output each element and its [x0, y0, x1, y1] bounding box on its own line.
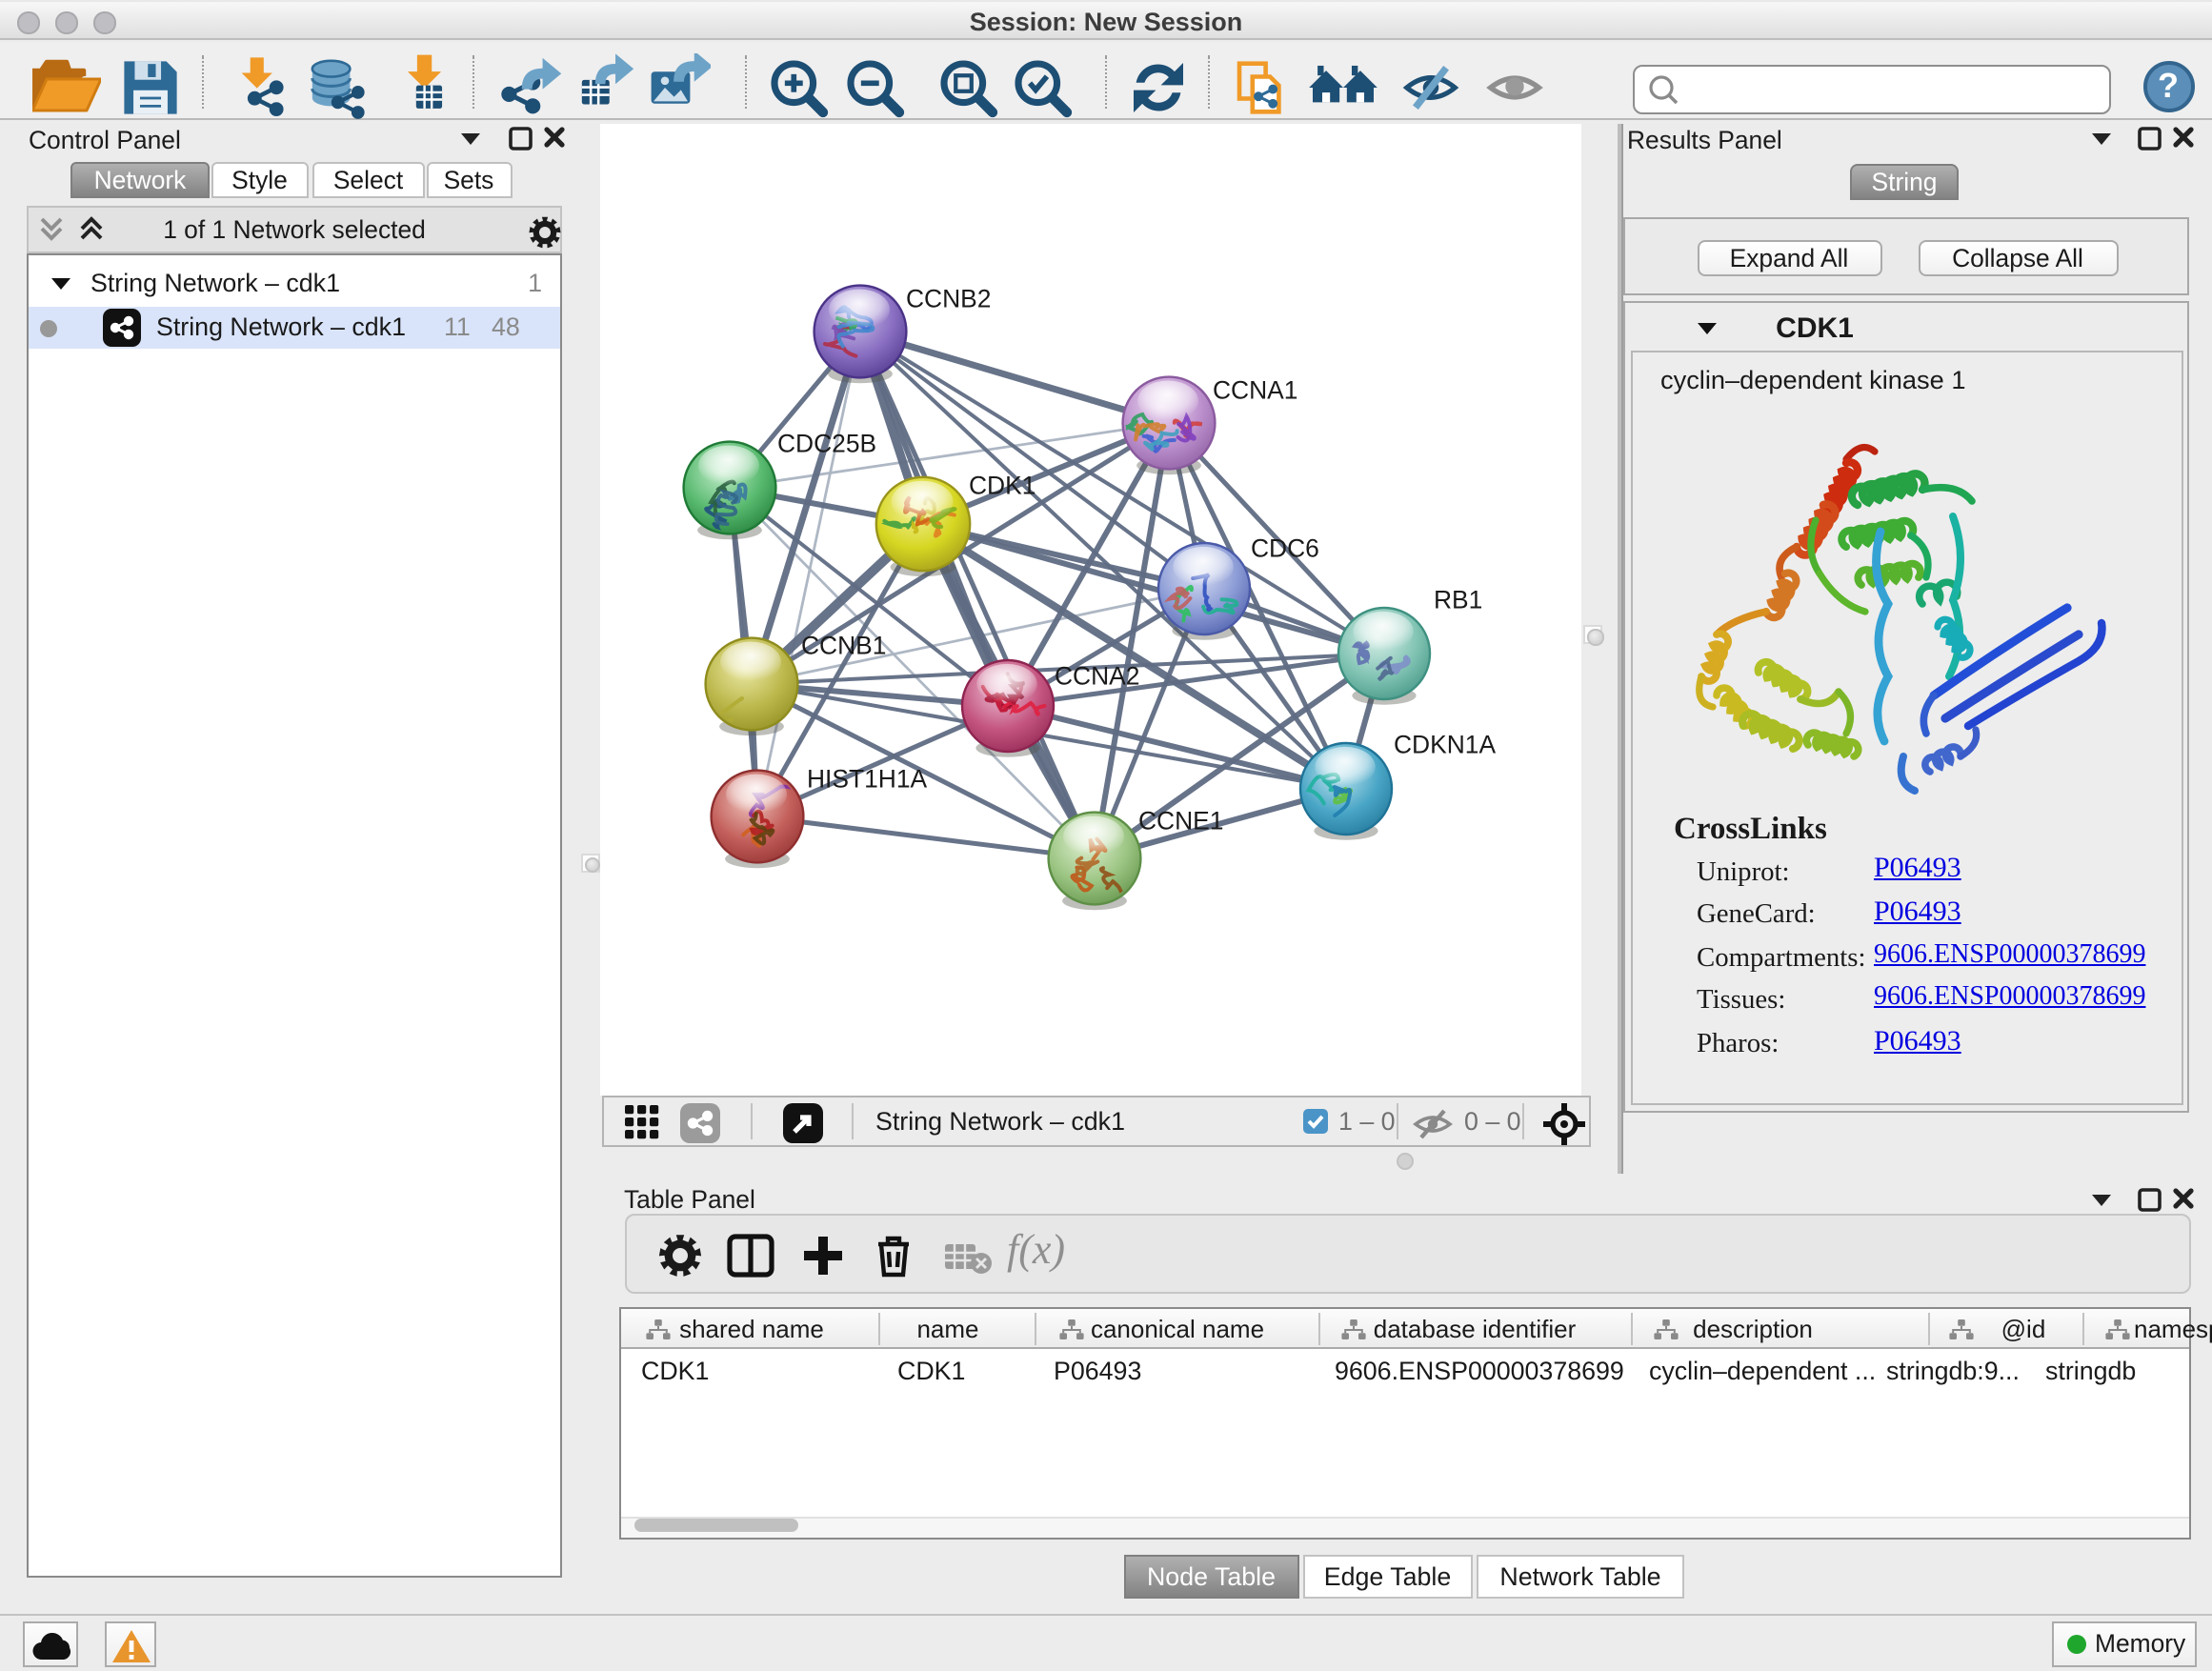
svg-text:CCNB2: CCNB2 — [905, 284, 990, 312]
svg-text:CDC6: CDC6 — [1250, 534, 1318, 562]
svg-text:CDC25B: CDC25B — [776, 429, 875, 457]
svg-text:CCNE1: CCNE1 — [1137, 806, 1222, 835]
svg-text:RB1: RB1 — [1433, 585, 1481, 614]
svg-text:CCNA1: CCNA1 — [1212, 375, 1297, 404]
svg-text:CCNA2: CCNA2 — [1054, 661, 1138, 690]
svg-text:CDKN1A: CDKN1A — [1393, 730, 1495, 758]
svg-text:CDK1: CDK1 — [968, 471, 1035, 499]
svg-text:CCNB1: CCNB1 — [800, 631, 885, 659]
svg-text:HIST1H1A: HIST1H1A — [806, 764, 927, 793]
